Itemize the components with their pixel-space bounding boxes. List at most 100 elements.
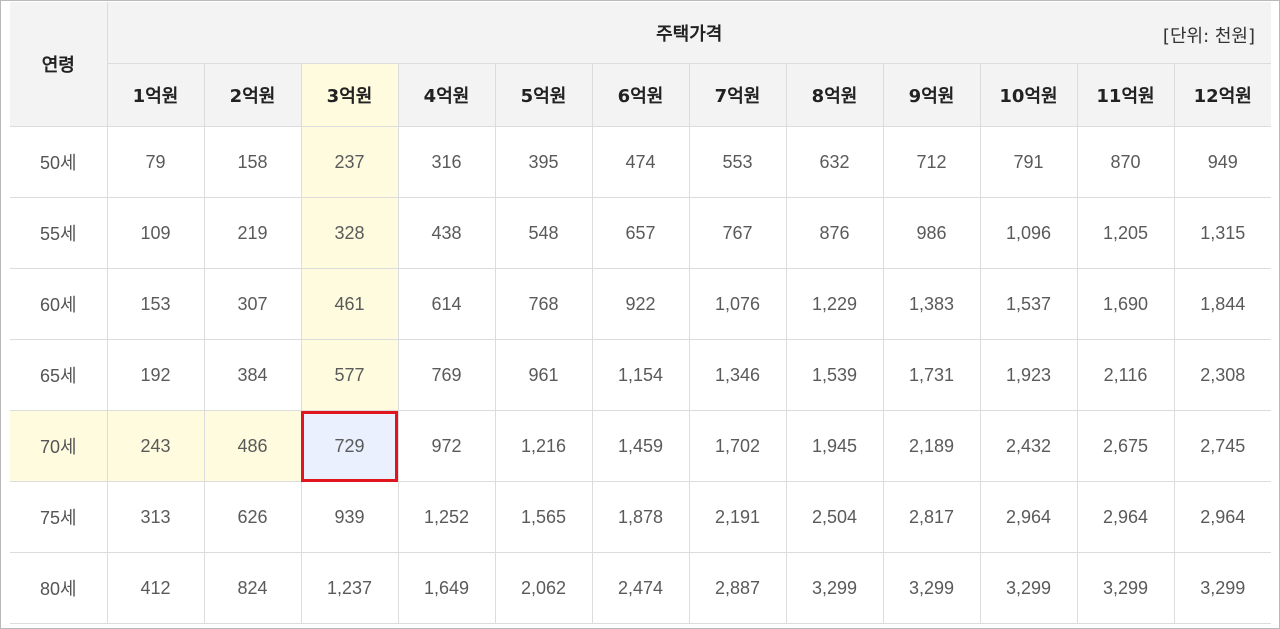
value-cell: 79: [106, 126, 205, 198]
table-row: 80세 412 824 1,237 1,649 2,062 2,474 2,887 3,299 3…: [10, 552, 1271, 624]
table-row: 50세 79 158 237 316 395 474 553 632 712 791 870 949: [10, 126, 1271, 198]
value-cell: 109: [106, 197, 205, 269]
value-cell: 1,923: [979, 339, 1078, 411]
age-cell: 60세: [10, 268, 108, 340]
value-cell: 461: [300, 268, 399, 340]
column-header-1: 1억원: [106, 63, 205, 127]
value-cell: 1,731: [882, 339, 981, 411]
value-cell: 1,383: [882, 268, 981, 340]
value-cell: 384: [203, 339, 302, 411]
column-header-11: 11억원: [1076, 63, 1175, 127]
column-header-7: 7억원: [688, 63, 787, 127]
value-cell: 3,299: [979, 552, 1078, 624]
value-cell: 192: [106, 339, 205, 411]
value-cell: 307: [203, 268, 302, 340]
age-cell: 50세: [10, 126, 108, 198]
value-cell: 243: [106, 410, 205, 482]
price-header: 주택가격: [656, 23, 723, 45]
value-cell: 3,299: [1173, 552, 1271, 624]
value-cell: 961: [494, 339, 593, 411]
value-cell: 2,432: [979, 410, 1078, 482]
value-cell: 1,844: [1173, 268, 1271, 340]
value-cell: 395: [494, 126, 593, 198]
value-cell: 548: [494, 197, 593, 269]
value-cell: 1,252: [397, 481, 496, 553]
age-cell: 80세: [10, 552, 108, 624]
value-cell: 939: [300, 481, 399, 553]
value-cell: 870: [1076, 126, 1175, 198]
value-cell: 2,308: [1173, 339, 1271, 411]
value-cell: 3,299: [882, 552, 981, 624]
value-cell: 3,299: [785, 552, 884, 624]
value-cell: 1,690: [1076, 268, 1175, 340]
value-cell: 316: [397, 126, 496, 198]
value-cell: 2,964: [1076, 481, 1175, 553]
value-cell: 1,878: [591, 481, 690, 553]
value-cell: 614: [397, 268, 496, 340]
table-row: 75세 313 626 939 1,252 1,565 1,878 2,191 2,504 2,8…: [10, 481, 1271, 553]
value-cell: 1,096: [979, 197, 1078, 269]
value-cell: 1,539: [785, 339, 884, 411]
value-cell: 767: [688, 197, 787, 269]
value-cell: 632: [785, 126, 884, 198]
value-cell: 1,459: [591, 410, 690, 482]
value-cell: 1,565: [494, 481, 593, 553]
column-header-3: 3억원: [300, 63, 399, 127]
column-header-2: 2억원: [203, 63, 302, 127]
value-cell: 474: [591, 126, 690, 198]
value-cell: 2,887: [688, 552, 787, 624]
pension-table: 연령 주택가격 [단위: 천원] 1억원 2억원 3억원 4억원 5억원 6억원…: [10, 2, 1271, 624]
value-cell: 153: [106, 268, 205, 340]
table-row: 55세 109 219 328 438 548 657 767 876 986 1,096 1,205…: [10, 197, 1271, 269]
column-header-10: 10억원: [979, 63, 1078, 127]
value-cell: 2,964: [1173, 481, 1271, 553]
value-cell: 824: [203, 552, 302, 624]
table-row: 70세 243 486 729 972 1,216 1,459 1,702 1,945 2,189…: [10, 410, 1271, 482]
value-cell: 768: [494, 268, 593, 340]
value-cell: 486: [203, 410, 302, 482]
value-cell: 626: [203, 481, 302, 553]
column-header-4: 4억원: [397, 63, 496, 127]
value-cell: 577: [300, 339, 399, 411]
value-cell: 769: [397, 339, 496, 411]
age-cell: 70세: [10, 410, 108, 482]
value-cell: 2,964: [979, 481, 1078, 553]
age-cell: 65세: [10, 339, 108, 411]
value-cell: 237: [300, 126, 399, 198]
value-cell: 2,189: [882, 410, 981, 482]
value-cell: 1,237: [300, 552, 399, 624]
value-cell: 922: [591, 268, 690, 340]
unit-label: [단위: 천원]: [1162, 26, 1255, 47]
column-header-6: 6억원: [591, 63, 690, 127]
value-cell: 2,745: [1173, 410, 1271, 482]
value-cell: 2,504: [785, 481, 884, 553]
value-cell: 553: [688, 126, 787, 198]
age-cell: 55세: [10, 197, 108, 269]
value-cell: 1,154: [591, 339, 690, 411]
value-cell: 313: [106, 481, 205, 553]
value-cell: 1,649: [397, 552, 496, 624]
value-cell: 1,216: [494, 410, 593, 482]
value-cell: 949: [1173, 126, 1271, 198]
value-cell: 657: [591, 197, 690, 269]
value-cell: 712: [882, 126, 981, 198]
value-cell: 791: [979, 126, 1078, 198]
value-cell: 1,315: [1173, 197, 1271, 269]
age-header: 연령: [10, 2, 108, 127]
value-cell: 1,229: [785, 268, 884, 340]
selected-value-cell: 729: [300, 410, 399, 482]
value-cell: 412: [106, 552, 205, 624]
age-cell: 75세: [10, 481, 108, 553]
value-cell: 1,537: [979, 268, 1078, 340]
value-cell: 2,474: [591, 552, 690, 624]
value-cell: 2,116: [1076, 339, 1175, 411]
value-cell: 158: [203, 126, 302, 198]
column-header-9: 9억원: [882, 63, 981, 127]
value-cell: 876: [785, 197, 884, 269]
column-header-5: 5억원: [494, 63, 593, 127]
column-header-12: 12억원: [1173, 63, 1271, 127]
value-cell: 1,076: [688, 268, 787, 340]
value-cell: 219: [203, 197, 302, 269]
value-cell: 2,062: [494, 552, 593, 624]
value-cell: 1,945: [785, 410, 884, 482]
